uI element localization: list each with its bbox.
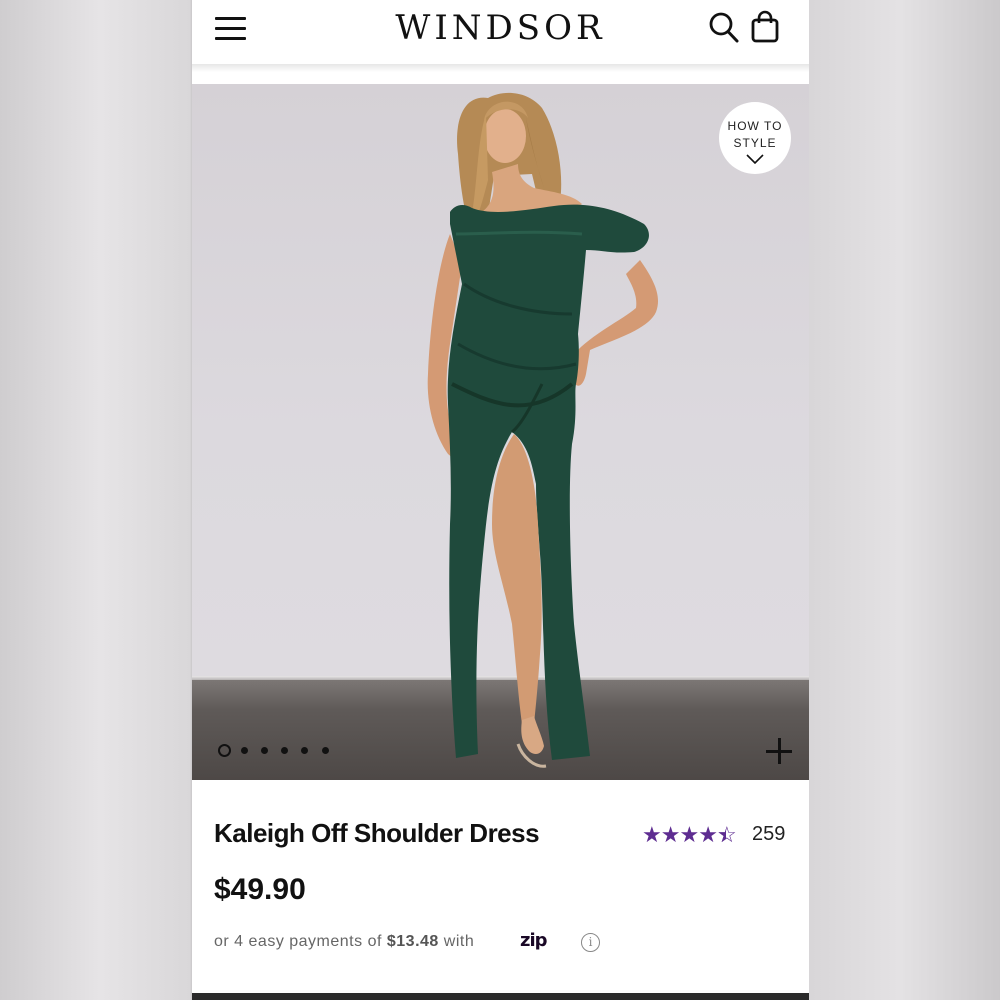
zoom-plus-icon[interactable] [766,738,792,764]
how-to-style-line1: HOW TO [727,119,783,133]
carousel-dot-1[interactable] [218,744,231,757]
carousel-dot-6[interactable] [322,747,329,754]
installment-suffix: with [443,933,475,950]
rating-stars-icon: ★★★★☆★ [642,822,737,847]
shopping-bag-icon[interactable] [750,10,780,44]
carousel-dot-5[interactable] [301,747,308,754]
site-header: WINDSOR [192,0,809,64]
header-divider [192,64,809,72]
zip-logo-text: zip [520,930,548,951]
how-to-style-line2: STYLE [733,136,777,150]
installment-text: or 4 easy payments of $13.48 with [214,933,474,951]
carousel-dot-2[interactable] [241,747,248,754]
installment-prefix: or 4 easy payments of [214,933,382,950]
product-image-carousel[interactable]: HOW TO STYLE [192,84,809,780]
chevron-down-icon [746,154,764,164]
product-page: WINDSOR HOW TO STYLE Kaleigh Off Shoulde… [192,0,809,1000]
how-to-style-button[interactable]: HOW TO STYLE [719,102,791,174]
product-photo-model [427,92,659,768]
installment-amount: $13.48 [386,933,439,950]
zip-logo[interactable]: zip [520,930,548,951]
info-icon[interactable]: i [581,933,600,952]
product-price: $49.90 [214,873,306,906]
product-title: Kaleigh Off Shoulder Dress [214,818,540,848]
rating-count: 259 [752,823,786,845]
bottom-bar [192,993,809,1000]
carousel-dot-3[interactable] [261,747,268,754]
carousel-dot-4[interactable] [281,747,288,754]
search-icon[interactable] [708,10,740,44]
